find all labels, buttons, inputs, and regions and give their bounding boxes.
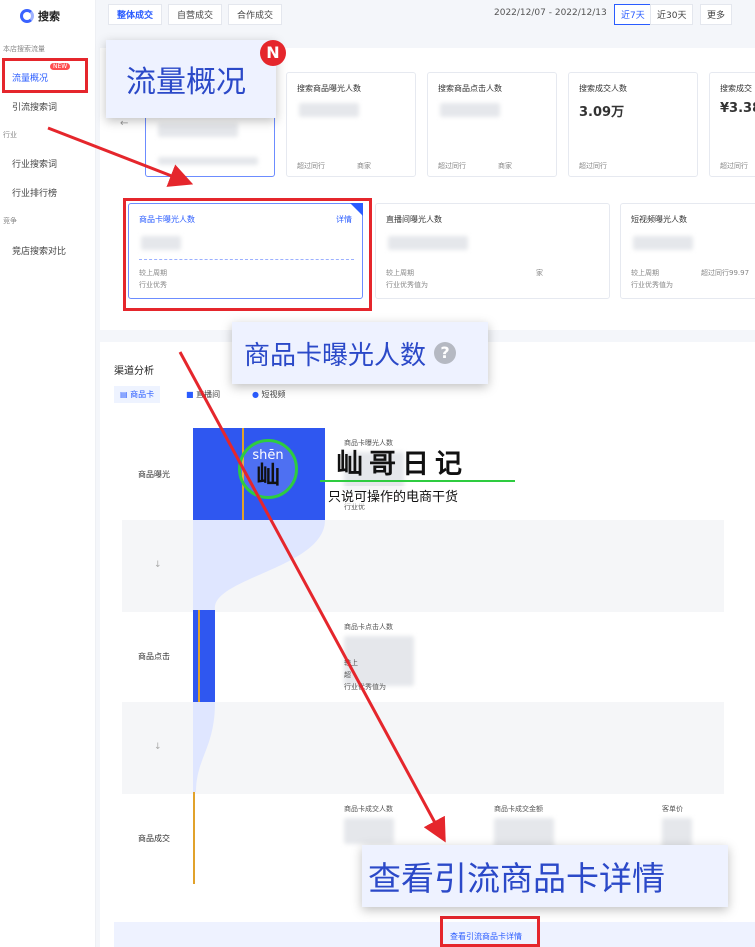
callout-text: 查看引流商品卡详情: [368, 859, 665, 898]
callout-text: 商品卡曝光人数: [244, 340, 427, 371]
callout-text: 流量概况: [126, 65, 246, 100]
arrow-icon: [47, 126, 194, 187]
arrow-icon: [178, 351, 446, 843]
callout-card-exposure: 商品卡曝光人数 ?: [232, 322, 488, 384]
callout-view-details: 查看引流商品卡详情: [362, 845, 728, 907]
new-badge-icon: N: [260, 40, 286, 66]
annotation-arrows: [47, 126, 446, 843]
callout-traffic-overview: 流量概况: [106, 40, 276, 118]
question-icon: ?: [434, 342, 457, 364]
